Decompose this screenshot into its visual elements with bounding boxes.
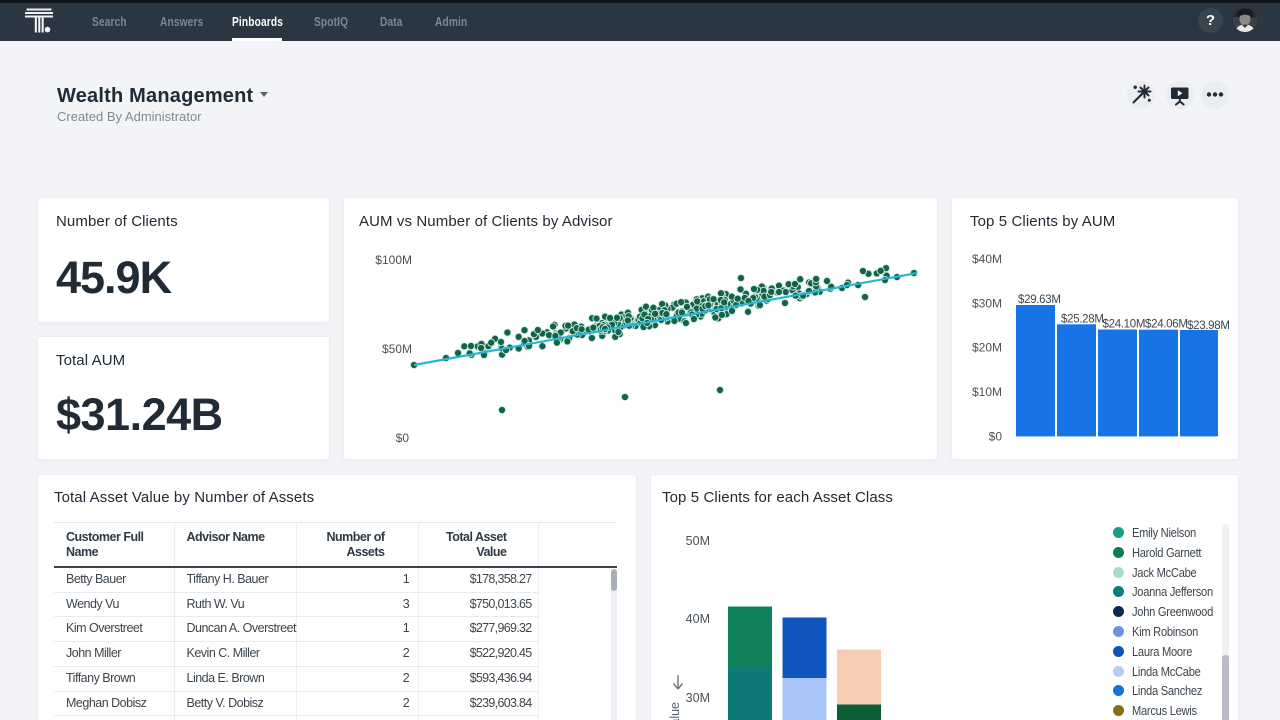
svg-text:$30M: $30M [972,296,1002,310]
svg-text:$23.98M: $23.98M [1187,320,1230,332]
svg-text:$24.10M: $24.10M [1103,319,1146,331]
svg-text:$10M: $10M [972,385,1002,399]
svg-text:40M: 40M [686,612,710,626]
svg-text:$25.28M: $25.28M [1061,313,1104,325]
svg-text:$24.06M: $24.06M [1145,319,1188,331]
svg-text:$20M: $20M [972,341,1002,355]
svg-text:$40M: $40M [972,252,1002,266]
svg-text:50M: 50M [686,534,710,548]
svg-text:Total Asset Value: Total Asset Value [668,702,682,720]
svg-text:$29.63M: $29.63M [1018,294,1061,306]
svg-text:30M: 30M [686,691,710,705]
svg-text:$0: $0 [989,429,1003,443]
